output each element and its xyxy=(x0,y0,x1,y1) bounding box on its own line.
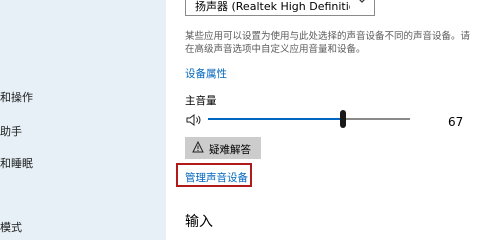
input-section-title: 输入 xyxy=(185,214,213,230)
chevron-down-icon xyxy=(359,0,365,3)
warning-icon xyxy=(192,141,204,153)
slider-fill xyxy=(208,118,343,120)
sidebar-item-label: 和睡眠 xyxy=(0,157,33,170)
device-properties-link[interactable]: 设备属性 xyxy=(185,66,227,81)
output-description: 某些应用可以设置为使用与此处选择的声音设备不同的声音设备。请在高级声音选项中自定… xyxy=(185,31,471,55)
troubleshoot-button[interactable]: 疑难解答 xyxy=(185,137,261,159)
slider-thumb[interactable] xyxy=(340,110,346,128)
sidebar-item-sleep[interactable]: 和睡眠 xyxy=(0,155,33,171)
output-device-selected: 扬声器 (Realtek High Definition Audi... xyxy=(195,0,350,13)
sidebar-item-label: 模式 xyxy=(0,221,22,234)
sidebar: 和操作 助手 和睡眠 模式 xyxy=(0,0,166,240)
sidebar-item-label: 和操作 xyxy=(0,91,33,104)
settings-window: 和操作 助手 和睡眠 模式 扬声器 (Realtek High Definiti… xyxy=(0,0,481,240)
master-volume-slider[interactable] xyxy=(208,118,410,120)
master-volume-label: 主音量 xyxy=(185,95,217,107)
sidebar-item-assistant[interactable]: 助手 xyxy=(0,123,22,139)
troubleshoot-label: 疑难解答 xyxy=(209,144,251,156)
sidebar-item-label: 助手 xyxy=(0,125,22,138)
output-device-dropdown[interactable]: 扬声器 (Realtek High Definition Audi... xyxy=(185,0,375,16)
volume-value: 67 xyxy=(448,115,464,129)
sidebar-item-mode[interactable]: 模式 xyxy=(0,219,22,235)
highlight-box xyxy=(176,163,252,187)
speaker-icon[interactable] xyxy=(185,113,203,127)
sidebar-item-controls[interactable]: 和操作 xyxy=(0,89,33,105)
